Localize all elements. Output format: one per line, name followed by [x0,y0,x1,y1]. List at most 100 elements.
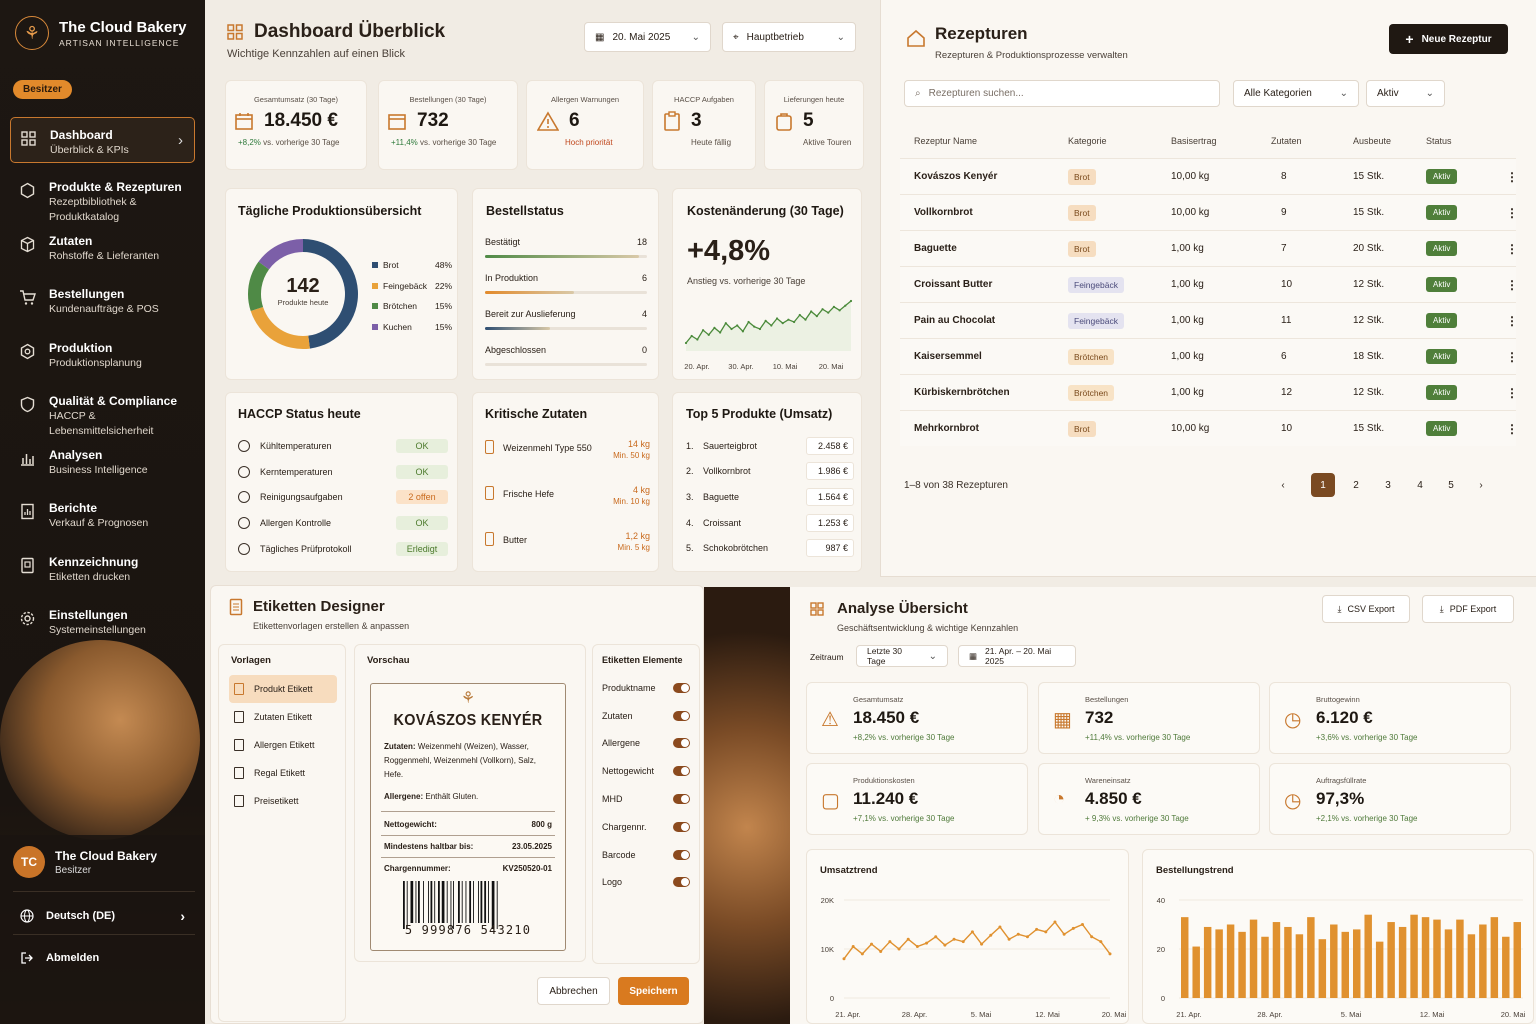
revenue-point [915,945,919,949]
category-filter[interactable]: Alle Kategorien ⌄ [1233,80,1359,107]
range-picker[interactable]: ▦ 21. Apr. – 20. Mai 2025 [958,645,1076,667]
recipe-name[interactable]: Baguette [914,243,1068,254]
analysis-kpi-value: 18.450 € [853,708,920,727]
recipe-name[interactable]: Vollkornbrot [914,207,1068,218]
sidebar-item-3[interactable]: Zutaten Rohstoffe & Lieferanten [10,224,195,278]
user-profile[interactable]: TC The Cloud Bakery Besitzer [13,846,157,878]
barcode-bar [418,881,420,923]
element-toggle[interactable] [673,794,690,805]
chevron-down-icon: ⌄ [1339,88,1348,99]
chevron-down-icon: ⌄ [691,31,700,43]
table-row[interactable]: Baguette Brot 1,00 kg 7 20 Stk. Aktiv ⋮ [900,230,1518,266]
column-header[interactable]: Status [1426,136,1506,146]
page-4-button[interactable]: 4 [1408,473,1432,497]
recipe-name[interactable]: Pain au Chocolat [914,315,1068,326]
more-options-icon[interactable]: ⋮ [1506,278,1530,292]
cancel-button[interactable]: Abbrechen [537,977,610,1005]
page-5-button[interactable]: 5 [1439,473,1463,497]
barcode-bar [410,881,414,923]
kpi-value: 6 [569,110,580,131]
table-row[interactable]: Kaisersemmel Brötchen 1,00 kg 6 18 Stk. Aktiv… [900,338,1518,374]
status-filter[interactable]: Aktiv ⌄ [1366,80,1445,107]
new-recipe-button[interactable]: + Neue Rezeptur [1389,24,1508,54]
yield: 15 Stk. [1353,207,1385,218]
more-options-icon[interactable]: ⋮ [1506,422,1530,436]
logout-button[interactable]: Abmelden [20,951,185,965]
more-options-icon[interactable]: ⋮ [1506,314,1530,328]
element-toggle[interactable] [673,877,690,888]
sidebar-item-10[interactable]: Einstellungen Systemeinstellungen [10,598,195,652]
orders-y-tick: 40 [1157,896,1165,905]
recipe-search-input[interactable]: ⌕ Rezepturen suchen... [904,80,1220,107]
recipe-name[interactable]: Croissant Butter [914,279,1068,290]
element-toggle[interactable] [673,766,690,777]
yield: 20 Stk. [1353,243,1385,254]
table-row[interactable]: Croissant Butter Feingebäck 1,00 kg 10 12 St… [900,266,1518,302]
prev-page-button[interactable]: ‹ [1271,473,1295,497]
column-header[interactable]: Basisertrag [1171,136,1271,146]
period-select[interactable]: Letzte 30 Tage ⌄ [856,645,948,667]
page-1-button[interactable]: 1 [1311,473,1335,497]
pdf-export-button[interactable]: ⤓ PDF Export [1422,595,1514,623]
revenue-point [888,940,892,944]
date-picker[interactable]: ▦ 20. Mai 2025 ⌄ [584,22,711,52]
sidebar-item-5[interactable]: Produktion Produktionsplanung [10,331,195,385]
sidebar-item-2[interactable]: Produkte & Rezepturen Rezeptbibliothek & … [10,170,195,224]
chevron-down-icon: ⌄ [1425,88,1434,99]
template-item[interactable]: Produkt Etikett [229,675,337,703]
more-options-icon[interactable]: ⋮ [1506,242,1530,256]
table-row[interactable]: Kürbiskernbrötchen Brötchen 1,00 kg 12 12 St… [900,374,1518,410]
save-button[interactable]: Speichern [618,977,689,1005]
haccp-row: Allergen Kontrolle OK [238,510,448,536]
more-options-icon[interactable]: ⋮ [1506,206,1530,220]
location-select[interactable]: ⌖ Hauptbetrieb ⌄ [722,22,856,52]
cost-point [736,324,739,327]
recipe-name[interactable]: Kovászos Kenyér [914,171,1068,182]
template-label: Allergen Etikett [254,740,315,750]
next-page-button[interactable]: › [1469,473,1493,497]
template-item[interactable]: Regal Etikett [229,759,337,787]
recipe-name[interactable]: Mehrkornbrot [914,423,1068,434]
element-toggle[interactable] [673,821,690,832]
yield: 12 Stk. [1353,387,1385,398]
critical-name: Weizenmehl Type 550 [503,443,592,453]
more-options-icon[interactable]: ⋮ [1506,386,1530,400]
cost-point [753,325,756,328]
element-toggle[interactable] [673,710,690,721]
csv-export-button[interactable]: ⤓ CSV Export [1322,595,1410,623]
yield: 15 Stk. [1353,423,1385,434]
more-options-icon[interactable]: ⋮ [1506,170,1530,184]
column-header[interactable]: Zutaten [1271,136,1353,146]
template-item[interactable]: Zutaten Etikett [229,703,337,731]
language-selector[interactable]: Deutsch (DE) › [20,908,185,924]
table-body: Kovászos Kenyér Brot 10,00 kg 8 15 Stk. Aktiv… [900,158,1518,446]
barcode-bar [496,881,498,929]
page-3-button[interactable]: 3 [1376,473,1400,497]
recipe-name[interactable]: Kaisersemmel [914,351,1068,362]
haccp-title: HACCP Status heute [238,407,361,421]
element-toggle[interactable] [673,738,690,749]
table-row[interactable]: Mehrkornbrot Brot 10,00 kg 10 15 Stk. Aktiv ⋮ [900,410,1518,446]
sidebar-item-7[interactable]: Analysen Business Intelligence [10,438,195,492]
table-row[interactable]: Pain au Chocolat Feingebäck 1,00 kg 11 12 St… [900,302,1518,338]
element-toggle[interactable] [673,849,690,860]
sidebar-item-9[interactable]: Kennzeichnung Etiketten drucken [10,545,195,599]
column-header[interactable]: Ausbeute [1353,136,1426,146]
column-header[interactable]: Kategorie [1068,136,1171,146]
page-2-button[interactable]: 2 [1344,473,1368,497]
sidebar-item-8[interactable]: Berichte Verkauf & Prognosen [10,491,195,545]
template-item[interactable]: Allergen Etikett [229,731,337,759]
template-item[interactable]: Preisetikett [229,787,337,815]
sidebar-item-6[interactable]: Qualität & Compliance HACCP & Lebensmitte… [10,384,195,438]
sidebar-item-1[interactable]: Dashboard Überblick & KPIs › [10,117,195,163]
element-row: Chargennr. [602,813,690,841]
element-toggle[interactable] [673,682,690,693]
top5-name: Sauerteigbrot [703,440,758,451]
table-row[interactable]: Vollkornbrot Brot 10,00 kg 9 15 Stk. Aktiv ⋮ [900,194,1518,230]
table-row[interactable]: Kovászos Kenyér Brot 10,00 kg 8 15 Stk. Aktiv… [900,158,1518,194]
sidebar-item-4[interactable]: Bestellungen Kundenaufträge & POS [10,277,195,331]
kpi-haccp: HACCP Aufgaben 3 Heute fällig [652,80,756,170]
recipe-name[interactable]: Kürbiskernbrötchen [914,387,1068,398]
column-header[interactable]: Rezeptur Name [914,136,1068,146]
more-options-icon[interactable]: ⋮ [1506,350,1530,364]
